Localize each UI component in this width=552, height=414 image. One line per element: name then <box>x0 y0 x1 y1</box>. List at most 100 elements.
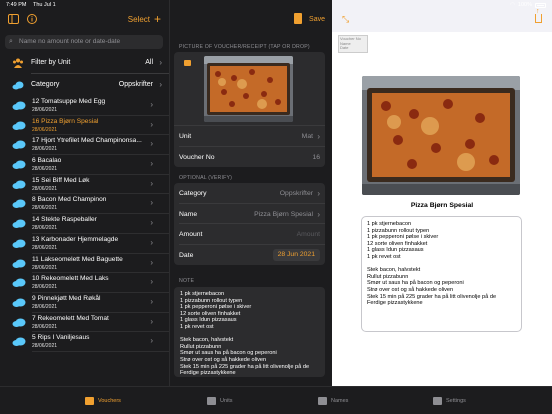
cloud-icon <box>12 140 26 150</box>
list-item-date: 28/06/2021 <box>32 205 58 212</box>
chevron-right-icon: › <box>159 80 162 89</box>
category-row[interactable]: Category Oppskrifter › <box>174 183 325 204</box>
chevron-right-icon: › <box>150 336 153 346</box>
divider <box>31 73 169 74</box>
list-item[interactable]: 7 Rekeomelett Med Tomat 28/06/2021 › <box>0 313 169 333</box>
tab-settings[interactable]: Settings <box>433 394 466 408</box>
voucher-stamp: Voucher No Name Date <box>338 35 368 53</box>
vouchers-icon <box>85 397 94 405</box>
cloud-icon <box>12 278 26 288</box>
amount-label: Amount <box>179 231 203 238</box>
picture-drop-area[interactable] <box>174 52 325 126</box>
chevron-right-icon: › <box>150 100 153 109</box>
chevron-right-icon: › <box>150 237 153 247</box>
chevron-right-icon: › <box>150 198 153 208</box>
tab-units[interactable]: Units <box>207 394 233 408</box>
search-input[interactable]: ⌕ Name no amount note or date-date <box>5 35 163 49</box>
list-item-date: 28/06/2021 <box>32 244 58 251</box>
cloud-icon <box>12 121 26 130</box>
document-icon[interactable] <box>294 13 302 24</box>
chevron-right-icon: › <box>150 119 153 129</box>
units-icon <box>207 397 216 405</box>
filter-by-unit-row[interactable]: Filter by Unit All › <box>0 53 169 73</box>
list-item[interactable]: 10 Rekeomelett Med Laks 28/06/2021 › <box>0 273 169 293</box>
optional-section-header: OPTIONAL (VERIFY) <box>179 175 233 181</box>
list-item[interactable]: 15 Sei Biff Med Løk 28/06/2021 › <box>0 175 169 195</box>
list-item[interactable]: 12 Tomatsuppe Med Egg 28/06/2021 › <box>0 96 169 116</box>
note-section-header: NOTE <box>179 278 195 284</box>
picture-section-header: PICTURE OF VOUCHER/RECEIPT (TAP OR DROP) <box>179 44 310 50</box>
edit-toolbar: Save <box>170 12 332 28</box>
chevron-right-icon: › <box>150 277 153 287</box>
list-toolbar: Select + <box>0 12 169 28</box>
date-row[interactable]: Date 28 Jun 2021 <box>174 245 325 266</box>
battery-icon <box>535 2 546 8</box>
cloud-icon <box>12 81 24 90</box>
list-item-title: 8 Bacon Med Champinon <box>32 196 107 204</box>
chevron-right-icon: › <box>150 139 153 149</box>
voucher-edit-pane: Save PICTURE OF VOUCHER/RECEIPT (TAP OR … <box>170 0 332 386</box>
voucher-list: 12 Tomatsuppe Med Egg 28/06/2021 › 16 Pizza… <box>0 96 169 352</box>
save-button[interactable]: Save <box>309 16 325 23</box>
info-icon[interactable] <box>26 14 37 25</box>
list-item-date: 28/06/2021 <box>32 166 58 173</box>
date-picker[interactable]: 28 Jun 2021 <box>272 248 320 261</box>
tab-names[interactable]: Names <box>318 394 348 408</box>
status-time: 7:49 PM <box>6 2 27 8</box>
filter-unit-label: Filter by Unit <box>31 59 71 66</box>
list-item[interactable]: 16 Pizza Bjørn Spesial 28/06/2021 › <box>0 116 169 136</box>
sidebar-toggle-icon[interactable] <box>8 14 19 25</box>
preview-pane: ⤡ Voucher No Name Date Pizza Bjørn Spesi… <box>332 0 552 386</box>
optional-card: Category Oppskrifter › Name Pizza Bjørn … <box>174 183 325 265</box>
voucher-no-row[interactable]: Voucher No 16 <box>174 147 325 168</box>
share-icon[interactable] <box>535 8 542 23</box>
chevron-right-icon: › <box>317 189 320 198</box>
search-placeholder: Name no amount note or date-date <box>19 38 121 45</box>
amount-input[interactable]: Amount <box>297 231 320 238</box>
list-item-date: 28/06/2021 <box>32 107 58 113</box>
note-textarea[interactable]: 1 pk stjernebacon 1 pizzabunn rollout ty… <box>174 287 325 377</box>
camera-icon[interactable] <box>184 60 191 66</box>
chevron-right-icon: › <box>317 132 320 141</box>
list-item[interactable]: 5 Rips I Vaniljesaus 28/06/2021 › <box>0 332 169 352</box>
list-item-date: 28/06/2021 <box>32 284 58 291</box>
search-icon: ⌕ <box>9 38 13 45</box>
list-item-title: 17 Hjort Ytrefilet Med Champinonsa... <box>32 137 142 145</box>
preview-title: Pizza Bjørn Spesial <box>410 202 474 209</box>
unit-row[interactable]: Unit Mat › <box>174 126 325 147</box>
category-label: Category <box>179 190 207 197</box>
list-item-title: 10 Rekeomelett Med Laks <box>32 275 109 283</box>
list-item-date: 28/06/2021 <box>32 185 58 192</box>
voucher-no-label: Voucher No <box>179 153 215 161</box>
cloud-icon <box>12 318 26 327</box>
select-button[interactable]: Select <box>128 15 150 24</box>
chevron-right-icon: › <box>150 257 153 267</box>
list-item-title: 14 Stekte Raspeballer <box>32 216 97 224</box>
list-item[interactable]: 9 Pinnekjøtt Med Røkål 28/06/2021 › <box>0 293 169 313</box>
list-item[interactable]: 8 Bacon Med Champinon 28/06/2021 › <box>0 194 169 215</box>
tab-bar: Vouchers Units Names Settings <box>0 386 552 414</box>
list-item[interactable]: 14 Stekte Raspeballer 28/06/2021 › <box>0 214 169 234</box>
name-row[interactable]: Name Pizza Bjørn Spesial › <box>174 204 325 224</box>
list-item-title: 12 Tomatsuppe Med Egg <box>32 98 106 105</box>
unit-label: Unit <box>179 133 192 140</box>
unit-value: Mat <box>301 133 313 140</box>
cloud-icon <box>12 259 26 268</box>
tab-vouchers[interactable]: Vouchers <box>85 394 121 408</box>
list-item[interactable]: 13 Karbonader Hjemmelagde 28/06/2021 › <box>0 234 169 254</box>
amount-row[interactable]: Amount Amount <box>174 224 325 245</box>
resize-icon[interactable]: ⤡ <box>342 14 349 25</box>
list-item-title: 16 Pizza Bjørn Spesial <box>32 117 99 125</box>
category-value: Oppskrifter <box>118 81 153 88</box>
list-item[interactable]: 11 Lakseomelett Med Baguette 28/06/2021 › <box>0 254 169 274</box>
category-value: Oppskrifter <box>279 190 313 197</box>
list-item-title: 7 Rekeomelett Med Tomat <box>32 314 109 322</box>
cloud-icon <box>12 337 26 347</box>
list-item[interactable]: 6 Bacalao 28/06/2021 › <box>0 155 169 175</box>
list-item-date: 28/06/2021 <box>32 323 58 330</box>
list-item[interactable]: 17 Hjort Ytrefilet Med Champinonsa... 28/… <box>0 135 169 156</box>
list-item-date: 28/06/2021 <box>32 126 58 133</box>
category-row[interactable]: Category Oppskrifter › <box>0 75 169 95</box>
voucher-photo-thumbnail[interactable] <box>204 56 293 122</box>
add-voucher-button[interactable]: + <box>154 12 161 26</box>
